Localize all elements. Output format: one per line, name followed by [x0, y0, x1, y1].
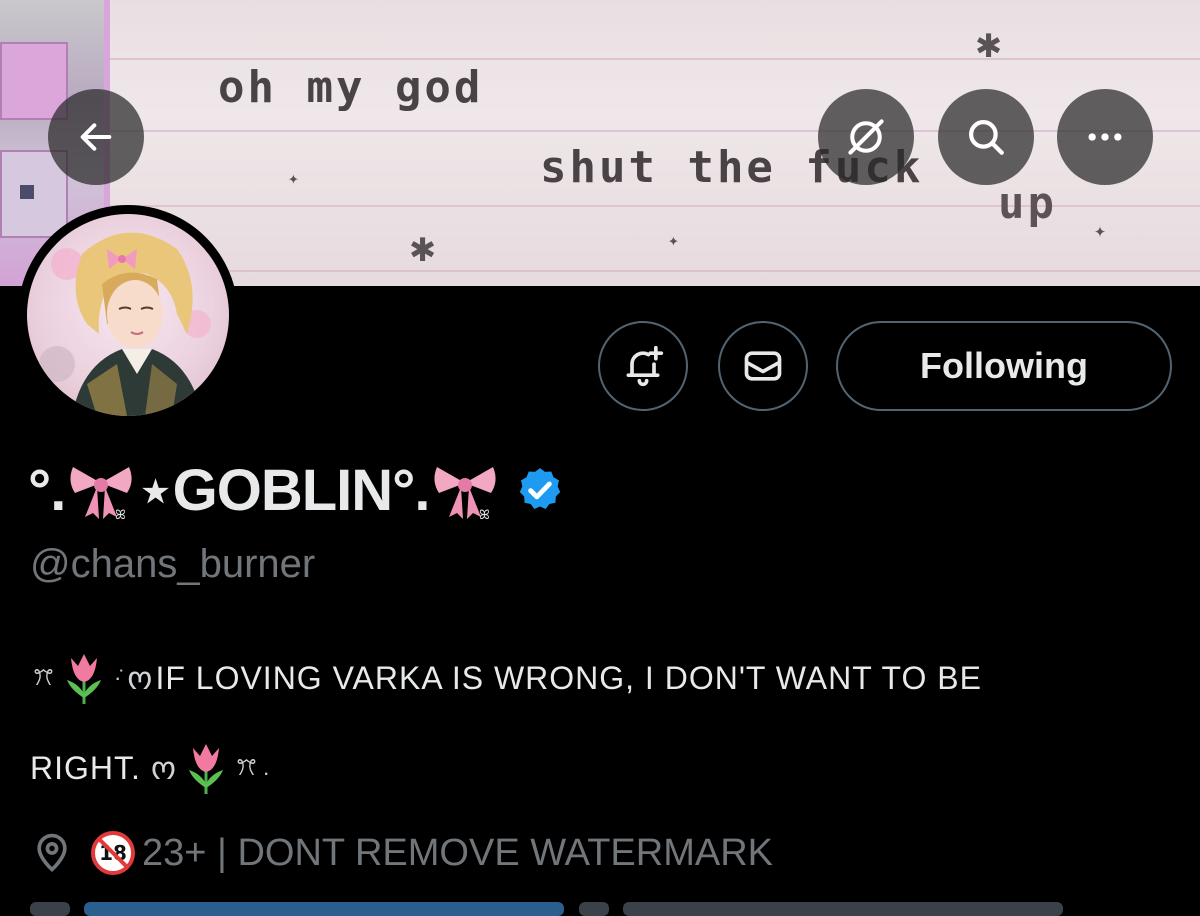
bio-decoration: ꔫ .: [236, 755, 270, 780]
sparkle-icon: ✱: [410, 222, 436, 271]
bio-decoration: ꔫ: [33, 665, 54, 690]
search-icon: [969, 120, 1004, 155]
location-text: 23+ | DONT REMOVE WATERMARK: [142, 831, 773, 874]
svg-text:ꕤ: ꕤ: [479, 508, 490, 521]
message-button[interactable]: [718, 321, 808, 411]
sparkle-icon: ✦: [1094, 218, 1107, 242]
no-under-18-icon: 18: [91, 831, 135, 875]
location-row: 18 23+ | DONT REMOVE WATERMARK: [30, 830, 773, 876]
display-name-row: °. ꕤ ⋆GOBLIN°. ꕤ: [28, 450, 565, 530]
sparkle-icon: ✱: [976, 18, 1002, 67]
banner-dot: [20, 185, 34, 199]
location-pin-icon: [37, 833, 67, 872]
calendar-icon: [578, 902, 609, 916]
svg-text:ꕤ: ꕤ: [115, 508, 126, 521]
bio-line-2: RIGHT. ო ꔫ .: [30, 740, 272, 796]
grok-button[interactable]: [818, 89, 914, 185]
bell-plus-icon: [626, 345, 664, 387]
avatar[interactable]: [18, 205, 238, 425]
verified-badge-icon[interactable]: [515, 465, 565, 515]
bio-ribbon-glyph: ო: [127, 660, 153, 696]
profile-meta-row-cutoff: [30, 902, 1160, 916]
bio-line-1: ꔫ ·̇ ო IF LOVING VARKA IS WRONG, I DON'T…: [30, 650, 982, 706]
back-button[interactable]: [48, 89, 144, 185]
bio-ribbon-glyph: ო: [150, 750, 177, 786]
avatar-image: [27, 214, 229, 416]
tulip-icon: [189, 744, 224, 794]
grok-icon: [848, 119, 884, 155]
following-button[interactable]: Following: [836, 321, 1172, 411]
more-horizontal-icon: [1088, 133, 1122, 141]
envelope-icon: [744, 351, 782, 381]
bio-decoration: ·̇: [113, 665, 122, 690]
website-link[interactable]: [84, 902, 565, 916]
avatar-illustration: [39, 232, 211, 416]
user-handle: @chans_burner: [30, 542, 316, 586]
display-name-main: ⋆GOBLIN°.: [137, 458, 430, 523]
banner-ruled-line: [110, 130, 1200, 132]
bio-text-line1: IF LOVING VARKA IS WRONG, I DON'T WANT T…: [155, 659, 982, 696]
bio-text-line2: RIGHT.: [30, 749, 141, 786]
display-name-prefix: °.: [28, 457, 66, 523]
notifications-button[interactable]: [598, 321, 688, 411]
tulip-icon: [66, 654, 101, 704]
link-icon: [30, 902, 70, 916]
banner-ruled-line: [110, 58, 1200, 60]
sparkle-icon: ✦: [668, 230, 679, 251]
more-button[interactable]: [1057, 89, 1153, 185]
arrow-left-icon: [80, 123, 112, 151]
join-date: [623, 902, 1064, 916]
banner-text-line3: up: [998, 178, 1057, 229]
banner-text-line1: oh my god: [218, 62, 484, 113]
ribbon-bow-icon: ꕤ: [70, 467, 132, 521]
banner-ruled-line: [110, 270, 1200, 272]
search-button[interactable]: [938, 89, 1034, 185]
ribbon-bow-icon: ꕤ: [434, 467, 497, 521]
sparkle-icon: ✦: [288, 168, 299, 189]
